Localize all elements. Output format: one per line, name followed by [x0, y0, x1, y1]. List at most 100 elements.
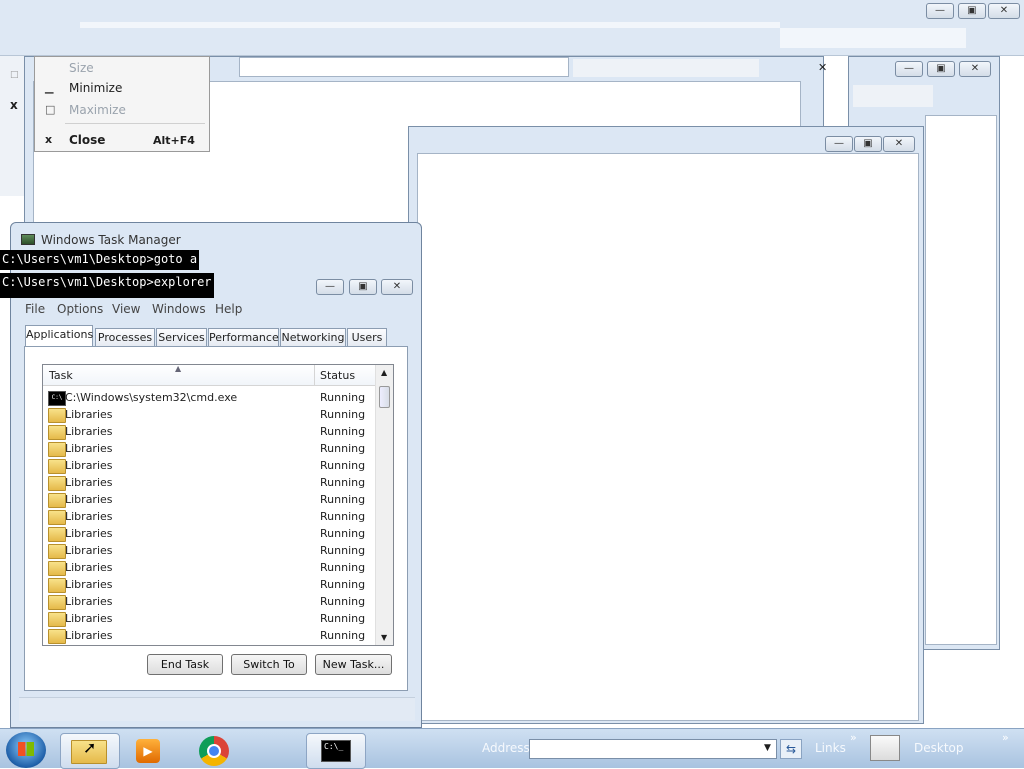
table-row[interactable]: Libraries Running	[43, 559, 373, 576]
middle-window-close-fragment[interactable]: ✕	[818, 61, 827, 74]
menu-help[interactable]: Help	[215, 302, 242, 316]
column-divider[interactable]	[314, 365, 315, 386]
task-status: Running	[320, 442, 366, 455]
table-row[interactable]: C:\ C:\Windows\system32\cmd.exe Running	[43, 389, 373, 406]
middle-window-search-bar	[573, 59, 759, 77]
table-row[interactable]: Libraries Running	[43, 440, 373, 457]
close-icon: x	[45, 133, 53, 146]
switch-to-button[interactable]: Switch To	[231, 654, 307, 675]
address-dropdown-icon[interactable]: ▼	[764, 743, 771, 753]
left-window-close-icon: x	[10, 98, 18, 112]
cmd-icon: C:\	[48, 391, 66, 406]
table-row[interactable]: Libraries Running	[43, 627, 373, 644]
task-manager-close-button[interactable]: ✕	[381, 279, 413, 295]
top-window-close-button[interactable]: ✕	[988, 3, 1020, 19]
table-row[interactable]: Libraries Running	[43, 542, 373, 559]
sort-arrow-icon: ▲	[175, 364, 182, 373]
task-name: Libraries	[65, 595, 113, 608]
task-name: Libraries	[65, 459, 113, 472]
task-manager-minimize-button[interactable]: —	[316, 279, 344, 295]
menu-options[interactable]: Options	[57, 302, 103, 316]
task-name: Libraries	[65, 612, 113, 625]
tab-performance[interactable]: Performance	[208, 328, 279, 346]
tab-networking[interactable]: Networking	[280, 328, 346, 346]
right-window-restore-button[interactable]: ▣	[927, 61, 955, 77]
mouse-cursor-icon: ➚	[83, 738, 97, 757]
menu-file[interactable]: File	[25, 302, 45, 316]
links-label[interactable]: Links	[815, 741, 846, 755]
task-status: Running	[320, 493, 366, 506]
links-chevron-icon[interactable]: »	[850, 731, 857, 744]
task-name: Libraries	[65, 442, 113, 455]
desktop-label[interactable]: Desktop	[914, 741, 964, 755]
tab-users[interactable]: Users	[347, 328, 387, 346]
center-window-minimize-button[interactable]: —	[825, 136, 853, 152]
menu-windows[interactable]: Windows	[152, 302, 206, 316]
task-manager-restore-button[interactable]: ▣	[349, 279, 377, 295]
task-status: Running	[320, 561, 366, 574]
taskbar-explorer-button[interactable]: ➚	[60, 733, 120, 769]
table-row[interactable]: Libraries Running	[43, 593, 373, 610]
tab-applications[interactable]: Applications	[25, 325, 93, 346]
menu-item-close-label: Close	[69, 133, 106, 147]
table-row[interactable]: Libraries Running	[43, 508, 373, 525]
task-status: Running	[320, 578, 366, 591]
table-row[interactable]: Libraries Running	[43, 423, 373, 440]
chrome-icon-center	[207, 744, 221, 758]
center-window-close-button[interactable]: ✕	[883, 136, 915, 152]
table-row[interactable]: Libraries Running	[43, 610, 373, 627]
task-list-scrollbar[interactable]: ▲ ▼	[375, 365, 393, 645]
task-status: Running	[320, 510, 366, 523]
scroll-up-icon[interactable]: ▲	[381, 368, 387, 377]
background-window-top: — ▣ ✕	[0, 0, 1024, 56]
folder-icon	[48, 459, 66, 474]
action-buttons: End Task Switch To New Task...	[25, 654, 409, 676]
table-row[interactable]: Libraries Running	[43, 491, 373, 508]
table-row[interactable]: Libraries Running	[43, 474, 373, 491]
scroll-down-icon[interactable]: ▼	[381, 633, 387, 642]
tab-services[interactable]: Services	[156, 328, 207, 346]
top-window-minimize-button[interactable]: —	[926, 3, 954, 19]
folder-icon	[48, 544, 66, 559]
desktop-chevron-icon[interactable]: »	[1002, 731, 1009, 744]
table-row[interactable]: Libraries Running	[43, 576, 373, 593]
task-name: Libraries	[65, 425, 113, 438]
table-row[interactable]: Libraries Running	[43, 457, 373, 474]
taskbar-chrome-button[interactable]	[184, 733, 242, 767]
left-window-restore-icon: □	[10, 70, 19, 80]
taskbar-media-player-button[interactable]: ▶	[118, 733, 176, 767]
status-bar	[19, 697, 415, 721]
center-window-restore-button[interactable]: ▣	[854, 136, 882, 152]
folder-icon	[48, 442, 66, 457]
center-window-content	[417, 153, 919, 721]
chrome-icon	[199, 736, 229, 766]
folder-icon	[48, 612, 66, 627]
start-button[interactable]	[6, 732, 46, 768]
folder-icon	[48, 510, 66, 525]
menu-item-minimize[interactable]: ▁ Minimize	[35, 77, 211, 99]
taskbar-cmd-button[interactable]: C:\_	[306, 733, 366, 769]
end-task-button[interactable]: End Task	[147, 654, 223, 675]
new-task-button[interactable]: New Task...	[315, 654, 392, 675]
menu-view[interactable]: View	[112, 302, 140, 316]
column-header-status[interactable]: Status	[320, 369, 355, 382]
address-input[interactable]: ▼	[529, 739, 777, 759]
tab-processes[interactable]: Processes	[95, 328, 155, 346]
menu-item-size[interactable]: Size	[35, 57, 211, 79]
task-name: C:\Windows\system32\cmd.exe	[65, 391, 238, 404]
scroll-thumb[interactable]	[379, 386, 390, 408]
refresh-go-icon[interactable]: ⇆	[780, 739, 802, 759]
desktop-icon[interactable]	[870, 735, 900, 761]
menu-item-close[interactable]: x Close Alt+F4	[35, 129, 211, 151]
top-window-titlebar-line	[80, 22, 780, 28]
folder-icon	[48, 578, 66, 593]
task-status: Running	[320, 527, 366, 540]
column-header-task[interactable]: Task	[49, 369, 73, 382]
table-row[interactable]: Libraries Running	[43, 406, 373, 423]
top-window-restore-button[interactable]: ▣	[958, 3, 986, 19]
right-window-minimize-button[interactable]: —	[895, 61, 923, 77]
right-window-close-button[interactable]: ✕	[959, 61, 991, 77]
task-name: Libraries	[65, 510, 113, 523]
menu-item-maximize[interactable]: □ Maximize	[35, 99, 211, 121]
table-row[interactable]: Libraries Running	[43, 525, 373, 542]
